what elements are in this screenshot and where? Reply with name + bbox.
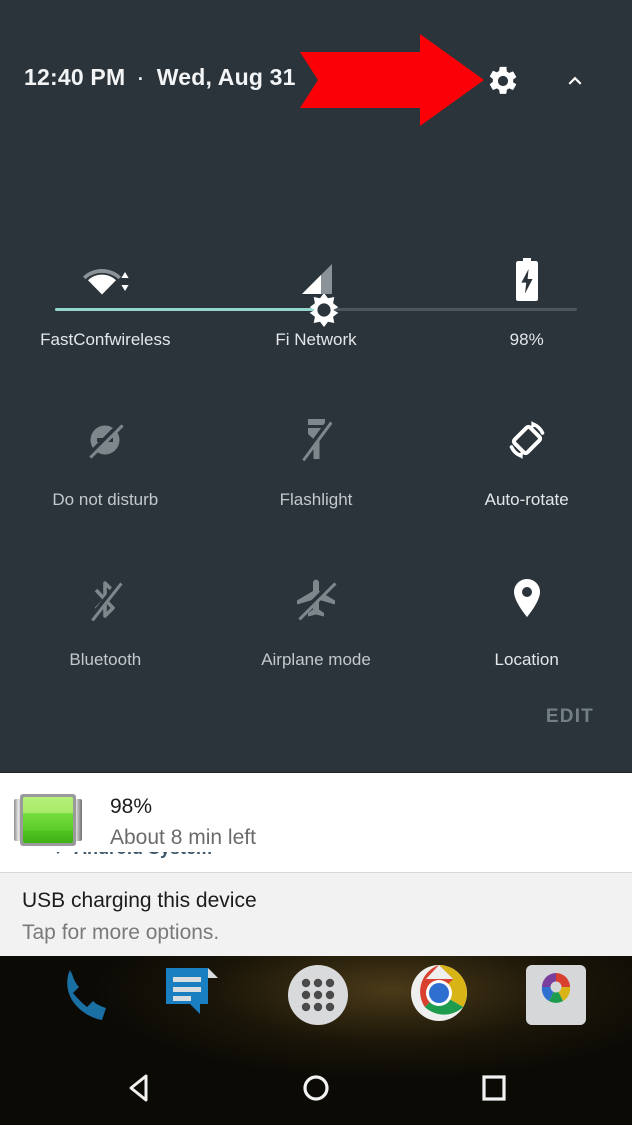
tile-label: Flashlight: [279, 490, 353, 509]
gear-icon[interactable]: [486, 64, 520, 98]
quick-settings-tile-grid: FastConfwireless Fi Network 98% Do not d…: [0, 228, 632, 708]
flashlight-off-icon: [292, 416, 340, 464]
location-pin-icon: [503, 576, 551, 624]
tile-label: Fi Network: [275, 330, 357, 349]
battery-charging-icon: [503, 256, 551, 304]
chrome-icon[interactable]: [410, 964, 468, 1022]
status-clock-date: 12:40 PM · Wed, Aug 31: [24, 64, 296, 91]
photos-icon[interactable]: [525, 964, 587, 1026]
recents-square-icon[interactable]: [471, 1065, 517, 1111]
home-screen-background: [0, 956, 632, 1125]
android-quick-settings-screen: 12:40 PM · Wed, Aug 31 FastConfwireless …: [0, 0, 632, 1125]
app-name-label: Android System: [74, 852, 212, 859]
app-drawer-icon[interactable]: [287, 964, 349, 1026]
notification-subtitle: Tap for more options.: [22, 921, 220, 944]
battery-full-green-icon: [12, 791, 84, 849]
airplane-off-icon: [292, 576, 340, 624]
tile-cellular[interactable]: Fi Network: [211, 228, 422, 388]
back-triangle-icon[interactable]: [118, 1065, 164, 1111]
notification-app-name-clipped: Android System: [0, 852, 632, 872]
edit-button[interactable]: EDIT: [546, 706, 594, 728]
quick-settings-panel: 12:40 PM · Wed, Aug 31 FastConfwireless …: [0, 0, 632, 772]
tile-label: Bluetooth: [69, 650, 142, 669]
tile-wifi[interactable]: FastConfwireless: [0, 228, 211, 388]
signal-bars-icon: [292, 256, 340, 304]
phone-icon[interactable]: [58, 964, 116, 1022]
brightness-slider[interactable]: [0, 140, 632, 327]
messages-icon[interactable]: [162, 964, 220, 1022]
home-circle-icon[interactable]: [293, 1065, 339, 1111]
navigation-bar: [0, 1051, 632, 1125]
tile-flashlight[interactable]: Flashlight: [211, 388, 422, 548]
clock-separator: ·: [137, 69, 145, 89]
android-system-icon: [48, 852, 68, 858]
tile-label: 98%: [509, 330, 544, 349]
auto-rotate-icon: [503, 416, 551, 464]
tile-label: Airplane mode: [261, 650, 371, 669]
tile-bluetooth[interactable]: Bluetooth: [0, 548, 211, 708]
tile-label: Location: [494, 650, 559, 669]
tile-label: FastConfwireless: [40, 330, 171, 349]
tile-do-not-disturb[interactable]: Do not disturb: [0, 388, 211, 548]
notification-title: 98%: [110, 795, 153, 818]
home-dock: [0, 956, 632, 1031]
tile-row: FastConfwireless Fi Network 98%: [0, 228, 632, 388]
tile-label: Auto-rotate: [484, 490, 569, 509]
notification-subtitle: About 8 min left: [110, 826, 256, 849]
bluetooth-off-icon: [81, 576, 129, 624]
clock-date: Wed, Aug 31: [156, 64, 296, 90]
chevron-up-icon[interactable]: [560, 68, 590, 94]
tile-label: Do not disturb: [52, 490, 159, 509]
tile-row: Bluetooth Airplane mode Location: [0, 548, 632, 708]
red-arrow-annotation: [300, 34, 484, 126]
clock-time: 12:40 PM: [24, 64, 126, 90]
tile-row: Do not disturb Flashlight Auto-rotate: [0, 388, 632, 548]
wifi-icon: [81, 256, 129, 304]
notification-usb-charging[interactable]: USB charging this device Tap for more op…: [0, 872, 632, 956]
tile-location[interactable]: Location: [421, 548, 632, 708]
do-not-disturb-off-icon: [81, 416, 129, 464]
notification-title: USB charging this device: [22, 889, 257, 912]
tile-auto-rotate[interactable]: Auto-rotate: [421, 388, 632, 548]
tile-battery[interactable]: 98%: [421, 228, 632, 388]
tile-airplane-mode[interactable]: Airplane mode: [211, 548, 422, 708]
